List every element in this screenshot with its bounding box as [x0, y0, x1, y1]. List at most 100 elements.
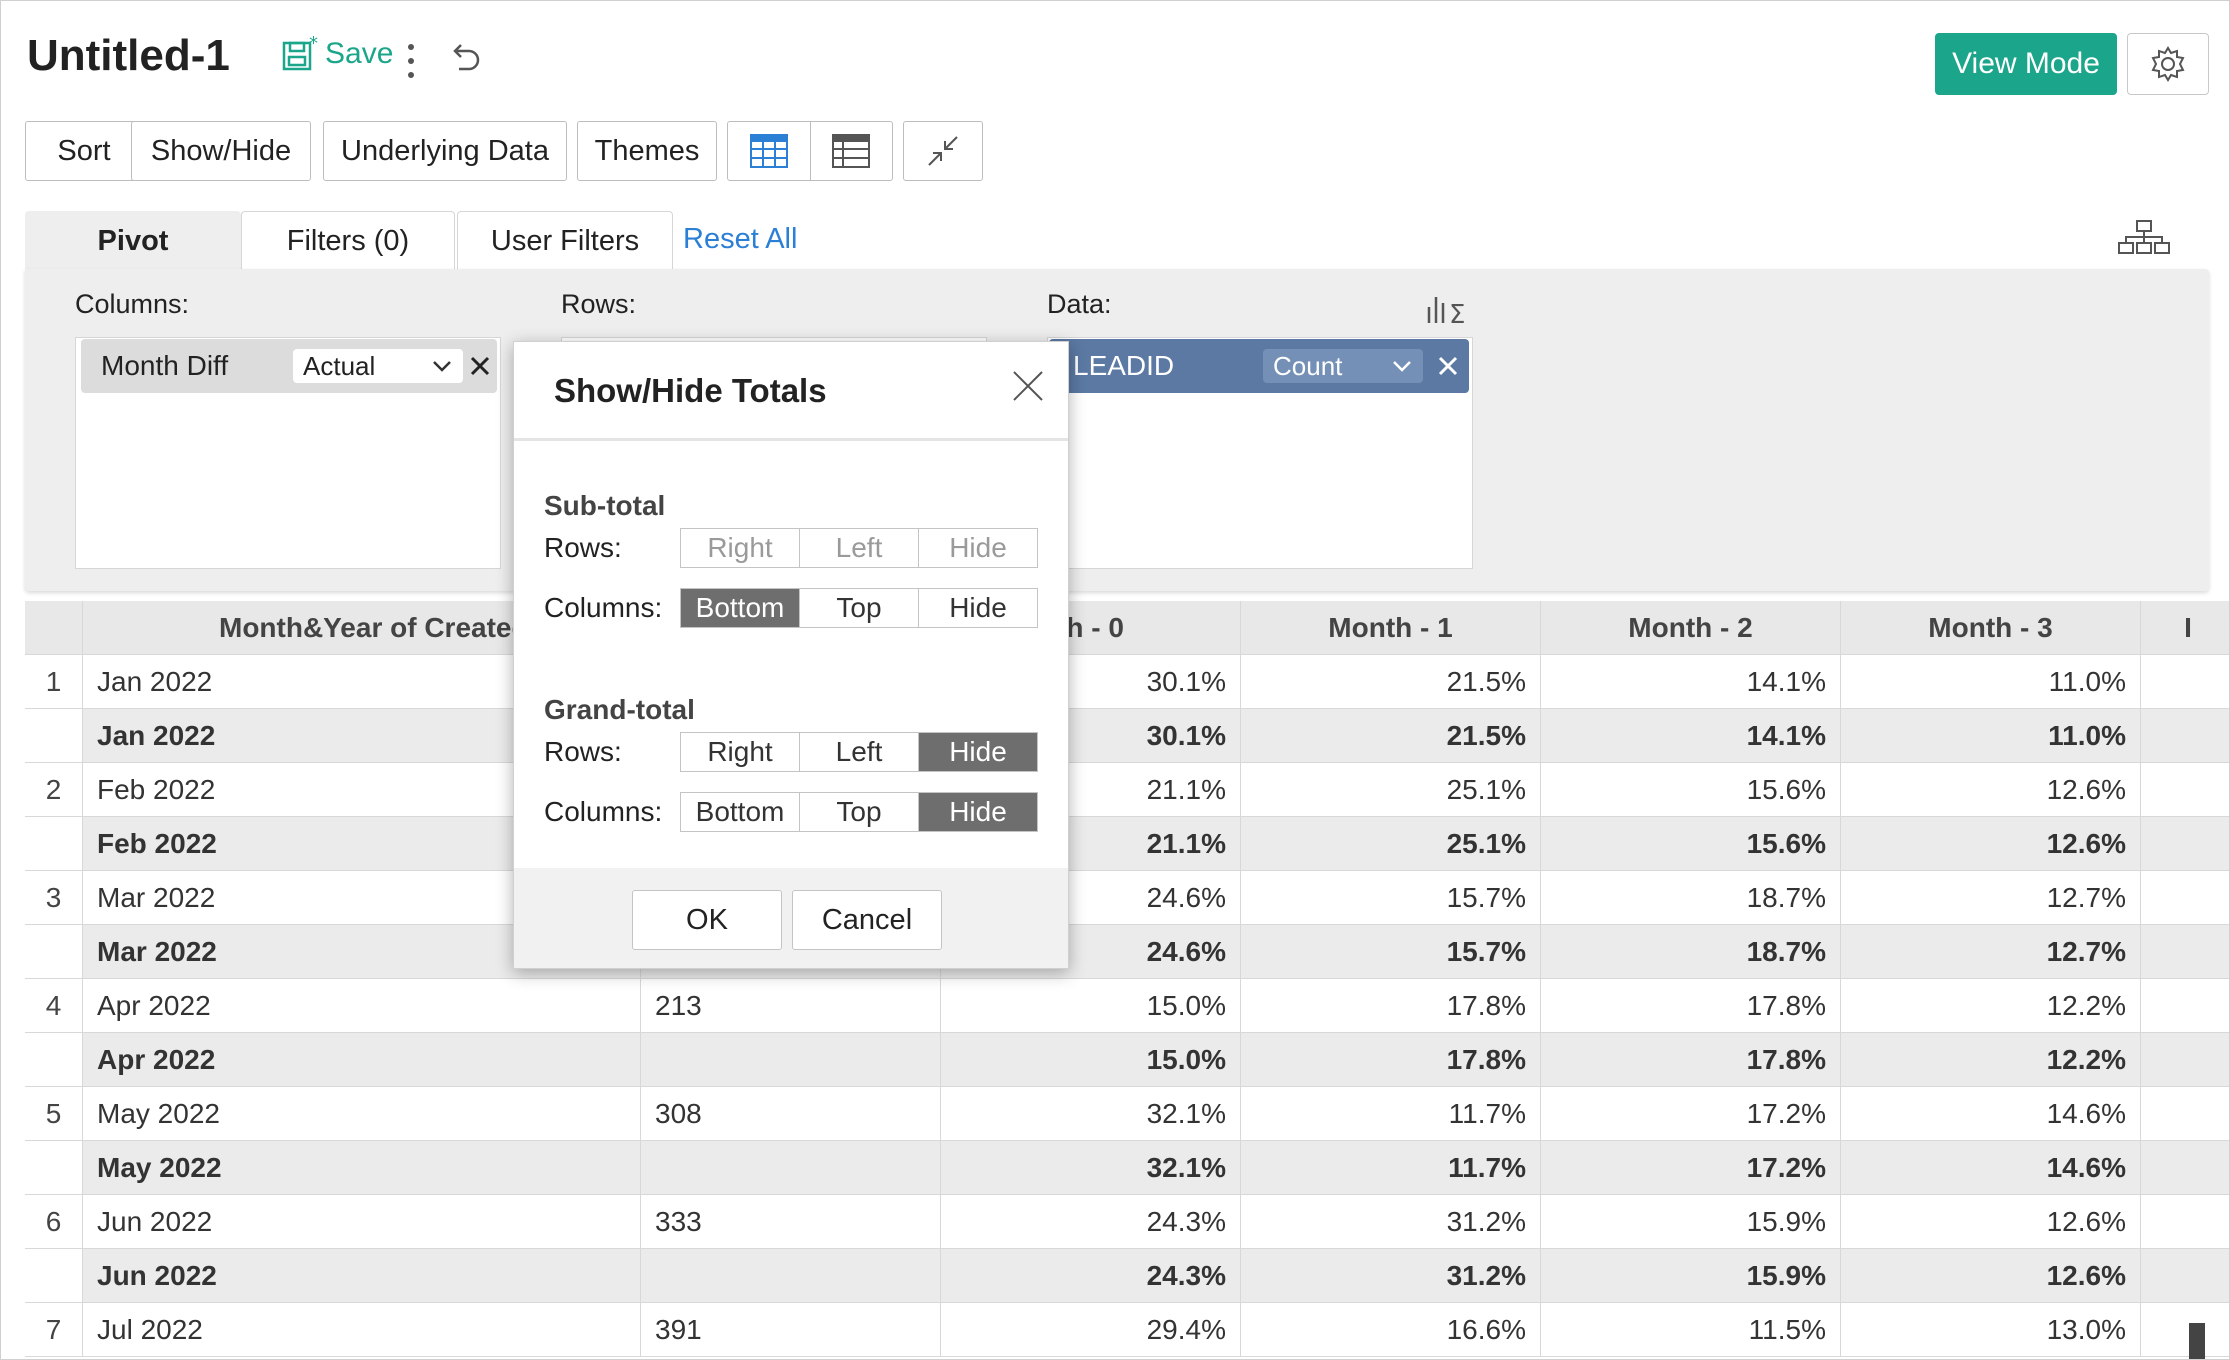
value-cell[interactable]: 31.2% — [1241, 1249, 1541, 1303]
value-cell[interactable] — [2141, 979, 2229, 1033]
count-cell[interactable]: 213 — [641, 979, 941, 1033]
tab-user-filters[interactable]: User Filters — [457, 211, 673, 271]
show-hide-button[interactable]: Show/Hide — [131, 121, 311, 181]
grandtotal-columns-top[interactable]: Top — [799, 793, 918, 831]
collapse-button[interactable] — [903, 121, 983, 181]
value-cell[interactable]: 12.6% — [1841, 817, 2141, 871]
value-cell[interactable]: 15.7% — [1241, 871, 1541, 925]
cancel-button[interactable]: Cancel — [792, 890, 942, 950]
value-cell[interactable] — [2141, 1087, 2229, 1141]
value-cell[interactable]: 15.9% — [1541, 1195, 1841, 1249]
value-cell[interactable]: 11.0% — [1841, 709, 2141, 763]
column-header[interactable]: Month - 2 — [1541, 601, 1841, 655]
underlying-data-button[interactable]: Underlying Data — [323, 121, 567, 181]
data-field-chip[interactable]: LEADID Count — [1049, 339, 1469, 393]
value-cell[interactable]: 16.6% — [1241, 1303, 1541, 1357]
subtotal-columns-hide[interactable]: Hide — [918, 589, 1037, 627]
row-label-cell[interactable]: May 2022 — [83, 1141, 641, 1195]
row-label-cell[interactable]: Apr 2022 — [83, 1033, 641, 1087]
row-number[interactable]: 5 — [25, 1087, 83, 1141]
grandtotal-columns-hide[interactable]: Hide — [918, 793, 1037, 831]
value-cell[interactable]: 31.2% — [1241, 1195, 1541, 1249]
tab-pivot[interactable]: Pivot — [25, 211, 241, 271]
value-cell[interactable]: 11.0% — [1841, 655, 2141, 709]
value-cell[interactable]: 17.8% — [1241, 1033, 1541, 1087]
reset-all-link[interactable]: Reset All — [683, 223, 797, 256]
count-cell[interactable]: 391 — [641, 1303, 941, 1357]
value-cell[interactable] — [2141, 1141, 2229, 1195]
count-cell[interactable] — [641, 1141, 941, 1195]
value-cell[interactable]: 24.3% — [941, 1195, 1241, 1249]
row-number[interactable] — [25, 709, 83, 763]
column-header[interactable]: I — [2141, 601, 2229, 655]
value-cell[interactable]: 17.8% — [1541, 1033, 1841, 1087]
remove-data-field-icon[interactable] — [1437, 355, 1459, 377]
tab-filters[interactable]: Filters (0) — [241, 211, 455, 271]
value-cell[interactable] — [2141, 817, 2229, 871]
row-number[interactable]: 7 — [25, 1303, 83, 1357]
compact-layout-button[interactable] — [809, 122, 893, 180]
value-cell[interactable]: 17.2% — [1541, 1087, 1841, 1141]
value-cell[interactable]: 17.8% — [1541, 979, 1841, 1033]
value-cell[interactable]: 15.6% — [1541, 763, 1841, 817]
scrollbar-thumb[interactable] — [2189, 1323, 2205, 1359]
column-header[interactable]: Month - 1 — [1241, 601, 1541, 655]
value-cell[interactable] — [2141, 1303, 2229, 1357]
close-icon[interactable] — [1008, 366, 1048, 406]
value-cell[interactable]: 14.6% — [1841, 1141, 2141, 1195]
grandtotal-rows-hide[interactable]: Hide — [918, 733, 1037, 771]
column-header[interactable]: Month - 3 — [1841, 601, 2141, 655]
row-number[interactable]: 6 — [25, 1195, 83, 1249]
value-cell[interactable]: 15.7% — [1241, 925, 1541, 979]
count-cell[interactable] — [641, 1249, 941, 1303]
value-cell[interactable]: 25.1% — [1241, 817, 1541, 871]
sort-button[interactable]: Sort — [25, 121, 143, 181]
row-number[interactable]: 1 — [25, 655, 83, 709]
value-cell[interactable]: 12.7% — [1841, 925, 2141, 979]
row-label-cell[interactable]: Jul 2022 — [83, 1303, 641, 1357]
count-cell[interactable] — [641, 1033, 941, 1087]
row-number[interactable]: 3 — [25, 871, 83, 925]
report-title[interactable]: Untitled-1 — [27, 31, 230, 81]
value-cell[interactable]: 17.8% — [1241, 979, 1541, 1033]
value-cell[interactable] — [2141, 871, 2229, 925]
row-number[interactable] — [25, 1033, 83, 1087]
value-cell[interactable]: 17.2% — [1541, 1141, 1841, 1195]
row-number[interactable] — [25, 1141, 83, 1195]
value-cell[interactable] — [2141, 925, 2229, 979]
value-cell[interactable]: 12.2% — [1841, 979, 2141, 1033]
more-options-icon[interactable] — [399, 39, 423, 83]
column-field-chip[interactable]: Month Diff Actual — [81, 339, 497, 393]
row-label-cell[interactable]: Jun 2022 — [83, 1195, 641, 1249]
value-cell[interactable]: 12.6% — [1841, 763, 2141, 817]
chart-sum-icon[interactable]: Σ — [1425, 291, 1471, 325]
subtotal-columns-bottom[interactable]: Bottom — [681, 589, 799, 627]
value-cell[interactable] — [2141, 655, 2229, 709]
value-cell[interactable]: 14.1% — [1541, 655, 1841, 709]
undo-icon[interactable] — [447, 41, 483, 77]
value-cell[interactable]: 29.4% — [941, 1303, 1241, 1357]
grandtotal-rows-right[interactable]: Right — [681, 733, 799, 771]
row-label-cell[interactable]: May 2022 — [83, 1087, 641, 1141]
value-cell[interactable]: 15.0% — [941, 979, 1241, 1033]
themes-button[interactable]: Themes — [577, 121, 717, 181]
count-cell[interactable]: 333 — [641, 1195, 941, 1249]
value-cell[interactable]: 12.6% — [1841, 1195, 2141, 1249]
value-cell[interactable]: 11.7% — [1241, 1087, 1541, 1141]
value-cell[interactable]: 15.0% — [941, 1033, 1241, 1087]
value-cell[interactable]: 12.7% — [1841, 871, 2141, 925]
value-cell[interactable]: 11.5% — [1541, 1303, 1841, 1357]
value-cell[interactable]: 15.6% — [1541, 817, 1841, 871]
value-cell[interactable]: 18.7% — [1541, 871, 1841, 925]
subtotal-columns-top[interactable]: Top — [799, 589, 918, 627]
value-cell[interactable]: 21.5% — [1241, 709, 1541, 763]
row-label-cell[interactable]: Apr 2022 — [83, 979, 641, 1033]
value-cell[interactable]: 11.7% — [1241, 1141, 1541, 1195]
value-cell[interactable] — [2141, 763, 2229, 817]
hierarchy-icon[interactable] — [2117, 219, 2171, 255]
value-cell[interactable] — [2141, 1249, 2229, 1303]
value-cell[interactable]: 24.3% — [941, 1249, 1241, 1303]
value-cell[interactable]: 15.9% — [1541, 1249, 1841, 1303]
value-cell[interactable]: 12.2% — [1841, 1033, 2141, 1087]
value-cell[interactable]: 14.1% — [1541, 709, 1841, 763]
